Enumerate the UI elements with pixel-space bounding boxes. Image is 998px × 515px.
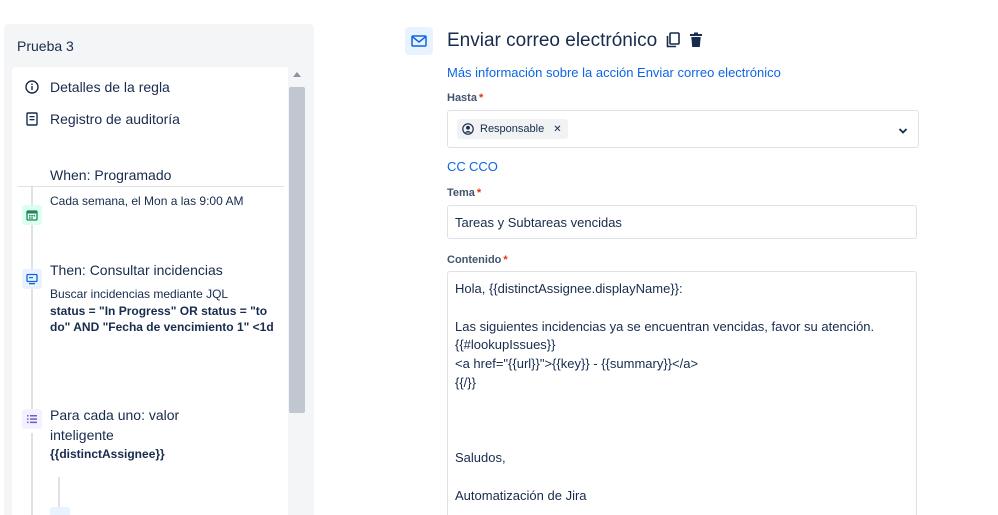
smart-value: {{distinctAssignee}}	[50, 447, 165, 461]
monitor-icon	[22, 269, 42, 289]
scroll-up-arrow-icon[interactable]	[293, 72, 301, 77]
copy-icon[interactable]	[664, 31, 682, 49]
connector-line	[31, 433, 33, 515]
calendar-icon	[22, 205, 42, 225]
mail-icon	[405, 27, 433, 55]
menu-label: Detalles de la regla	[50, 79, 170, 95]
chevron-down-icon[interactable]	[898, 123, 908, 141]
content-line: {{/}}	[455, 374, 476, 390]
recipient-chip: Responsable ✕	[457, 119, 568, 139]
content-textarea[interactable]: Hola, {{distinctAssignee.displayName}}: …	[447, 271, 917, 515]
menu-audit-log[interactable]: Registro de auditoría	[24, 111, 180, 127]
scroll-thumb[interactable]	[289, 87, 305, 413]
step-title: Para cada uno: valor	[50, 407, 180, 423]
to-select[interactable]: Responsable ✕	[447, 110, 919, 148]
content-line: {{#lookupIssues}}	[455, 337, 556, 353]
connector-line	[31, 187, 33, 205]
step-title: When: Programado	[50, 167, 172, 183]
step-subtitle: Buscar incidencias mediante JQL	[50, 287, 229, 301]
bcc-link[interactable]: CCO	[469, 159, 498, 174]
to-label: Hasta *	[447, 92, 484, 104]
rule-name: Prueba 3	[17, 38, 74, 54]
next-step-icon	[50, 507, 70, 515]
content-line: Saludos,	[455, 450, 506, 466]
sidebar-scrollbar[interactable]	[288, 67, 306, 515]
subject-label: Tema *	[447, 187, 482, 199]
menu-label: Registro de auditoría	[50, 111, 180, 127]
subject-input[interactable]: Tareas y Subtareas vencidas	[447, 205, 917, 239]
cc-link[interactable]: CC	[447, 159, 466, 174]
content-line	[455, 393, 909, 412]
content-label: Contenido *	[447, 254, 508, 266]
content-line	[455, 299, 909, 318]
content-line: Automatización de Jira	[455, 487, 587, 503]
info-icon	[24, 79, 40, 95]
step-title-cont: inteligente	[50, 427, 114, 443]
content-line	[455, 430, 909, 449]
jql-query: status = "In Progress" OR status = "to d…	[50, 304, 274, 334]
content-line: Hola, {{distinctAssignee.displayName}}:	[455, 281, 683, 296]
audit-log-icon	[24, 111, 40, 127]
content-line	[455, 412, 909, 431]
step-title: Then: Consultar incidencias	[50, 262, 223, 278]
chip-label: Responsable	[480, 123, 545, 135]
more-info-link[interactable]: Más información sobre la acción Enviar c…	[447, 65, 781, 80]
list-icon	[22, 409, 42, 429]
step-subtitle: Cada semana, el Mon a las 9:00 AM	[50, 194, 244, 208]
connector-line	[31, 289, 33, 413]
remove-chip-icon[interactable]: ✕	[553, 124, 561, 135]
connector-line	[31, 225, 33, 269]
user-avatar-icon	[462, 123, 474, 135]
content-line: Las siguientes incidencias ya se encuent…	[455, 318, 875, 334]
trash-icon[interactable]	[687, 31, 705, 49]
rule-sidebar: Prueba 3 Detalles de la regla Registro d…	[4, 24, 314, 515]
menu-rule-details[interactable]: Detalles de la regla	[24, 79, 170, 95]
rule-steps-card: Detalles de la regla Registro de auditor…	[12, 67, 288, 515]
content-line: <a href="{{url}}">{{key}} - {{summary}}<…	[455, 356, 699, 372]
action-title: Enviar correo electrónico	[447, 30, 658, 51]
divider	[18, 186, 284, 187]
content-line	[455, 468, 909, 487]
